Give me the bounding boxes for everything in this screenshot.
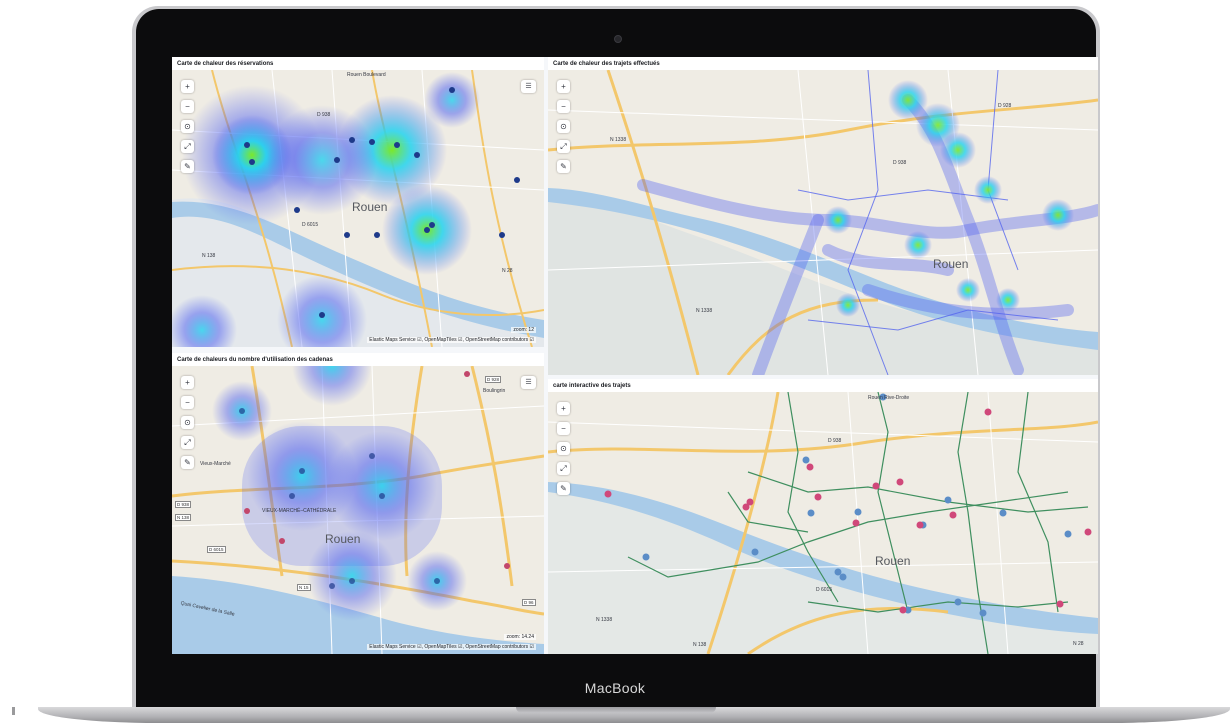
map-road-label: N 15 <box>297 584 311 591</box>
zoom-in-button[interactable]: + <box>181 376 194 389</box>
zoom-level: zoom: 12 <box>511 327 536 333</box>
dashboard-screen: Carte de chaleur des réservations Rouen … <box>172 57 1098 654</box>
zoom-out-button[interactable]: − <box>557 422 570 435</box>
zoom-out-button[interactable]: − <box>181 100 194 113</box>
map-road-label: D 938 <box>828 438 842 444</box>
map-city-label: Rouen <box>875 554 911 568</box>
map-place-label: Boulingrin <box>483 388 506 394</box>
fit-bounds-button[interactable]: ⊙ <box>181 416 194 429</box>
map-controls: + − ⊙ ⤢ ✎ <box>181 80 195 180</box>
panel-reservations-heatmap: Carte de chaleur des réservations Rouen … <box>172 57 544 347</box>
map-controls: + − ⊙ ⤢ ✎ <box>181 376 195 476</box>
fullscreen-button[interactable]: ⤢ <box>557 140 570 153</box>
map-controls: + − ⊙ ⤢ ✎ <box>557 80 571 180</box>
legend-button[interactable]: ☰ <box>521 376 536 389</box>
panel-title: carte interactive des trajets <box>553 383 631 389</box>
fit-bounds-button[interactable]: ⊙ <box>557 120 570 133</box>
panel-locks-heatmap: Carte de chaleurs du nombre d'utilisatio… <box>172 353 544 654</box>
map-road-label: N 138 <box>202 253 216 259</box>
draw-tool-button[interactable]: ✎ <box>557 160 570 173</box>
zoom-out-button[interactable]: − <box>557 100 570 113</box>
map-road-label: D 96 <box>522 599 536 606</box>
map-reservations[interactable]: Rouen D 938 N 138 N 28 D 6015 Rouen Boul… <box>172 70 544 347</box>
map-place-label: Rouen Boulevard <box>347 72 386 78</box>
map-city-label: Rouen <box>325 532 361 546</box>
laptop-frame: Carte de chaleur des réservations Rouen … <box>0 0 1230 726</box>
laptop-notch <box>516 707 716 713</box>
map-road-label: D 938 <box>175 501 192 508</box>
fit-bounds-button[interactable]: ⊙ <box>557 442 570 455</box>
zoom-out-button[interactable]: − <box>181 396 194 409</box>
map-road-label: D 938 <box>893 160 907 166</box>
draw-tool-button[interactable]: ✎ <box>181 456 194 469</box>
panel-title: Carte de chaleur des réservations <box>177 61 274 67</box>
map-road-label: N 1338 <box>596 617 613 623</box>
panel-interactive-trips: carte interactive des trajets Rouen D 93… <box>548 379 1098 654</box>
laptop-edge <box>12 707 15 715</box>
zoom-in-button[interactable]: + <box>181 80 194 93</box>
panel-title: Carte de chaleur des trajets effectués <box>553 61 660 67</box>
map-road-label: N 1338 <box>696 308 713 314</box>
map-road-label: N 28 <box>1073 641 1084 647</box>
map-interactive-trips[interactable]: Rouen D 938 N 1338 N 138 D 6015 N 28 Rou… <box>548 392 1098 654</box>
fit-bounds-button[interactable]: ⊙ <box>181 120 194 133</box>
zoom-level: zoom: 14.24 <box>504 634 536 640</box>
map-attribution: Elastic Maps Service ☑, OpenMapTiles ☑, … <box>367 337 536 343</box>
fullscreen-button[interactable]: ⤢ <box>181 140 194 153</box>
map-road-label: D 928 <box>998 103 1012 109</box>
brand-label: MacBook <box>584 680 646 696</box>
map-controls: + − ⊙ ⤢ ✎ <box>557 402 571 502</box>
map-place-label: Vieux-Marché <box>200 461 231 467</box>
map-road-label: N 138 <box>693 642 707 648</box>
panel-title: Carte de chaleurs du nombre d'utilisatio… <box>177 357 333 363</box>
map-trips-heat[interactable]: Rouen N 1338 D 938 N 1338 D 928 + − ⊙ ⤢ … <box>548 70 1098 375</box>
map-road-label: N 138 <box>175 514 192 521</box>
map-road-label: D 938 <box>317 112 331 118</box>
map-city-label: Rouen <box>933 257 969 271</box>
map-place-label: Rouen Rive-Droite <box>868 395 910 401</box>
fullscreen-button[interactable]: ⤢ <box>181 436 194 449</box>
draw-tool-button[interactable]: ✎ <box>557 482 570 495</box>
zoom-in-button[interactable]: + <box>557 80 570 93</box>
map-road-label: D 6015 <box>207 546 226 553</box>
map-attribution: Elastic Maps Service ☑, OpenMapTiles ☑, … <box>367 644 536 650</box>
fullscreen-button[interactable]: ⤢ <box>557 462 570 475</box>
map-locks[interactable]: Rouen VIEUX-MARCHÉ–CATHÉDRALE Vieux-Marc… <box>172 366 544 654</box>
draw-tool-button[interactable]: ✎ <box>181 160 194 173</box>
map-road-label: D 6015 <box>302 222 319 228</box>
camera-icon <box>614 35 622 43</box>
legend-button[interactable]: ☰ <box>521 80 536 93</box>
panel-trips-heatmap: Carte de chaleur des trajets effectués R… <box>548 57 1098 375</box>
map-city-label: Rouen <box>352 200 388 214</box>
map-road-label: D 6015 <box>816 587 833 593</box>
zoom-in-button[interactable]: + <box>557 402 570 415</box>
map-road-label: N 1338 <box>610 137 627 143</box>
map-road-label: D 928 <box>485 376 502 383</box>
map-road-label: N 28 <box>502 268 513 274</box>
map-district-label: VIEUX-MARCHÉ–CATHÉDRALE <box>262 508 337 514</box>
